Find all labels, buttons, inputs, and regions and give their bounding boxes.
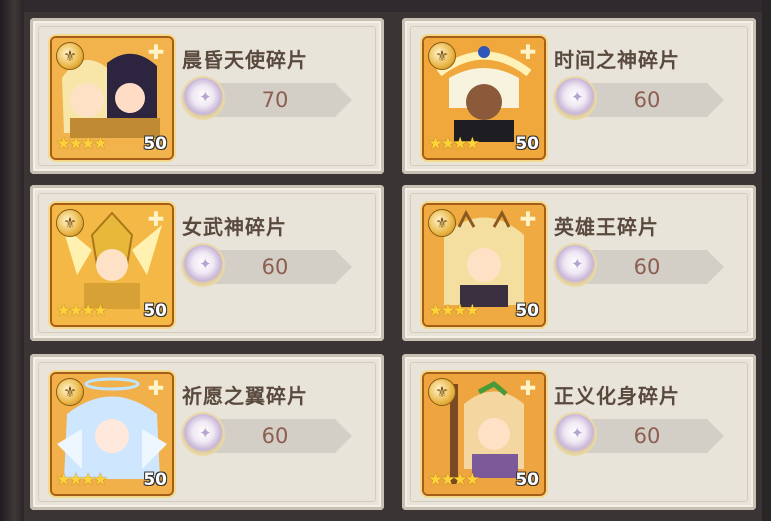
shard-card[interactable]: ⚜ ✚ ★★★★ 50 祈愿之翼碎片 ✦ 60 — [30, 354, 384, 510]
shard-count: 70 — [261, 88, 289, 112]
shard-count: 60 — [633, 88, 661, 112]
top-frame — [0, 0, 771, 12]
left-frame — [0, 0, 24, 521]
level-label: 50 — [143, 301, 167, 321]
shard-count: 60 — [633, 424, 661, 448]
puzzle-piece-icon: ✚ — [519, 376, 537, 400]
star-rating: ★★★★ — [428, 301, 480, 321]
shard-count: 60 — [261, 424, 289, 448]
level-label: 50 — [515, 134, 539, 154]
hero-portrait: ⚜ ✚ ★★★★ 50 — [424, 38, 544, 158]
star-rating: ★★★★ — [56, 134, 108, 154]
shard-card[interactable]: ⚜ ✚ ★★★★ 50 时间之神碎片 ✦ 60 — [402, 18, 756, 174]
hero-portrait: ⚜ ✚ ★★★★ 50 — [52, 374, 172, 494]
hero-portrait: ⚜ ✚ ★★★★ 50 — [52, 205, 172, 325]
puzzle-piece-icon: ✚ — [519, 40, 537, 64]
hero-portrait: ⚜ ✚ ★★★★ 50 — [424, 374, 544, 494]
shard-count: 60 — [261, 255, 289, 279]
puzzle-piece-icon: ✚ — [147, 207, 165, 231]
shard-name: 时间之神碎片 — [554, 48, 680, 72]
star-rating: ★★★★ — [56, 301, 108, 321]
shard-name: 英雄王碎片 — [554, 215, 659, 239]
wing-emblem-icon: ⚜ — [428, 42, 456, 70]
puzzle-piece-icon: ✚ — [147, 376, 165, 400]
right-frame — [762, 0, 771, 521]
puzzle-piece-icon: ✚ — [147, 40, 165, 64]
puzzle-piece-icon: ✚ — [519, 207, 537, 231]
shard-name: 晨昏天使碎片 — [182, 48, 308, 72]
wing-emblem-icon: ⚜ — [56, 209, 84, 237]
shard-name: 祈愿之翼碎片 — [182, 384, 308, 408]
star-rating: ★★★★ — [56, 470, 108, 490]
hero-portrait: ⚜ ✚ ★★★★ 50 — [424, 205, 544, 325]
wing-emblem-icon: ⚜ — [56, 378, 84, 406]
shard-name: 正义化身碎片 — [554, 384, 680, 408]
star-rating: ★★★★ — [428, 470, 480, 490]
level-label: 50 — [515, 301, 539, 321]
wing-emblem-icon: ⚜ — [428, 209, 456, 237]
star-rating: ★★★★ — [428, 134, 480, 154]
wing-emblem-icon: ⚜ — [56, 42, 84, 70]
level-label: 50 — [515, 470, 539, 490]
shard-card[interactable]: ⚜ ✚ ★★★★ 50 正义化身碎片 ✦ 60 — [402, 354, 756, 510]
shard-count: 60 — [633, 255, 661, 279]
level-label: 50 — [143, 470, 167, 490]
shard-name: 女武神碎片 — [182, 215, 287, 239]
level-label: 50 — [143, 134, 167, 154]
shard-card[interactable]: ⚜ ✚ ★★★★ 50 女武神碎片 ✦ 60 — [30, 185, 384, 341]
shard-card[interactable]: ⚜ ✚ ★★★★ 50 晨昏天使碎片 ✦ 70 — [30, 18, 384, 174]
wing-emblem-icon: ⚜ — [428, 378, 456, 406]
shard-card[interactable]: ⚜ ✚ ★★★★ 50 英雄王碎片 ✦ 60 — [402, 185, 756, 341]
hero-portrait: ⚜ ✚ ★★★★ 50 — [52, 38, 172, 158]
